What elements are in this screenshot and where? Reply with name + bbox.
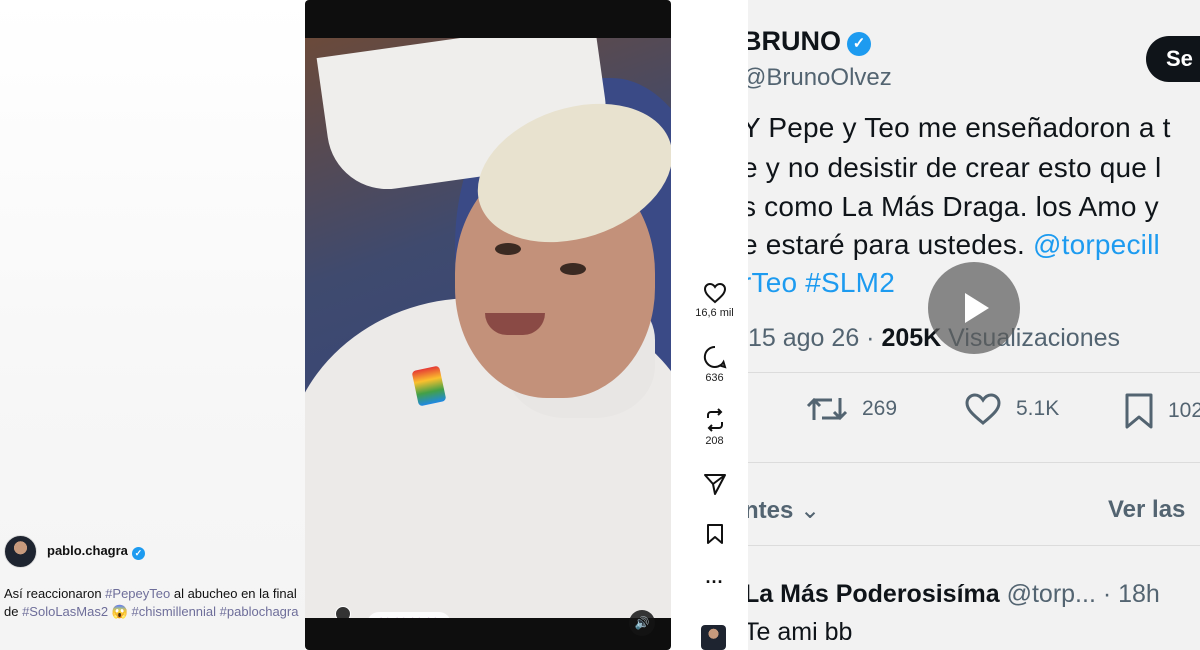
reply-text: Te ami bb xyxy=(748,618,853,646)
follow-button: Se xyxy=(1146,36,1200,82)
verified-badge-icon: ✓ xyxy=(131,547,145,560)
tweet-handle: @BrunoOlvez xyxy=(748,64,892,91)
repost-icon xyxy=(706,408,723,432)
video-frame: 💜💜💜💜 xyxy=(305,38,671,618)
comment-count: 636 xyxy=(705,372,724,384)
bookmark-stat: 102 xyxy=(1124,392,1200,430)
author-avatar[interactable] xyxy=(4,535,37,568)
tweet-text: e estaré para ustedes. xyxy=(748,229,1033,260)
scream-emoji: 😱 xyxy=(108,603,132,619)
post-author[interactable]: pablo.chagra ✓ xyxy=(4,535,145,568)
like-button[interactable]: 16,6 mil xyxy=(681,282,748,319)
volume-icon[interactable]: 🔊 xyxy=(629,610,655,636)
eye-shape xyxy=(495,243,521,255)
send-icon xyxy=(703,474,726,495)
retweet-icon xyxy=(806,397,848,421)
bookmark-icon xyxy=(1125,393,1153,429)
share-button[interactable] xyxy=(681,472,748,496)
caption-panel: pablo.chagra ✓ Así reaccionaron #PepeyTeo… xyxy=(0,0,305,650)
play-icon[interactable] xyxy=(928,262,1020,354)
author-name[interactable]: pablo.chagra ✓ xyxy=(47,543,145,560)
more-options-icon[interactable]: ··· xyxy=(681,572,748,593)
audio-avatar[interactable] xyxy=(701,625,726,650)
tweet-author: BRUNO ✓ xyxy=(748,26,871,57)
reaction-avatar xyxy=(335,606,351,618)
chevron-down-icon: ⌄ xyxy=(800,497,821,524)
caption-text: Así reaccionaron xyxy=(4,586,106,601)
eye-shape xyxy=(560,263,586,275)
heart-icon xyxy=(965,393,1001,425)
divider xyxy=(748,372,1200,373)
post-caption: Así reaccionaron #PepeyTeo al abucheo en… xyxy=(4,585,299,620)
author-username[interactable]: pablo.chagra xyxy=(47,543,128,558)
like-count: 16,6 mil xyxy=(695,307,734,319)
bookmark-icon xyxy=(706,524,723,544)
sort-replies: ntes ⌄ xyxy=(748,496,820,525)
divider xyxy=(748,545,1200,546)
tweet-date: 15 ago 26 · xyxy=(748,324,882,352)
tweet-mention: @torpecill xyxy=(1033,229,1160,260)
retweet-stat: 269 xyxy=(806,392,897,426)
reply-author: La Más Poderosisíma xyxy=(748,580,1000,608)
live-reactions: 💜💜💜💜 xyxy=(321,606,451,618)
tweet-text-line: e estaré para ustedes. @torpecill xyxy=(748,229,1160,261)
comment-icon xyxy=(703,345,726,369)
tweet-hashtags: rTeo #SLM2 xyxy=(748,267,895,298)
reply-header: La Más Poderosisíma @torp... · 18h xyxy=(748,580,1160,609)
action-rail: 16,6 mil 636 208 ··· xyxy=(681,0,748,650)
heart-icon xyxy=(703,282,726,304)
view-quotes-link: Ver las xyxy=(1108,496,1186,523)
video-player[interactable]: 💜💜💜💜 🔊 xyxy=(305,0,671,650)
repost-button[interactable]: 208 xyxy=(681,408,748,447)
tweet-text-line: s como La Más Draga. los Amo y xyxy=(748,191,1159,222)
hashtag-link[interactable]: #chismillennial xyxy=(132,604,217,619)
reply-meta: @torp... · 18h xyxy=(999,580,1160,608)
sort-label: ntes xyxy=(748,497,794,524)
tweet-text-line: e y no desistir de crear esto que l xyxy=(748,152,1162,183)
hashtag-link[interactable]: #SoloLasMas2 xyxy=(22,604,108,619)
tweet-card: BRUNO ✓ @BrunoOlvez Se Y Pepe y Teo me en… xyxy=(748,0,1200,650)
purple-hearts: 💜💜💜💜 xyxy=(367,612,451,618)
like-stat: 5.1K xyxy=(964,392,1059,426)
like-count: 5.1K xyxy=(1016,397,1060,420)
screen: pablo.chagra ✓ Así reaccionaron #PepeyTeo… xyxy=(0,0,1200,650)
hashtag-link[interactable]: #pablochagra xyxy=(220,604,299,619)
save-button[interactable] xyxy=(681,523,748,545)
tweet-author-name: BRUNO xyxy=(748,26,841,56)
comment-button[interactable]: 636 xyxy=(681,345,748,384)
repost-count: 208 xyxy=(705,435,724,447)
reaction-avatars xyxy=(321,606,361,618)
verified-badge-icon: ✓ xyxy=(847,32,871,56)
bookmark-count: 102 xyxy=(1168,399,1200,422)
divider xyxy=(748,462,1200,463)
retweet-count: 269 xyxy=(862,397,898,420)
hashtag-link[interactable]: #PepeyTeo xyxy=(105,586,170,601)
tweet-text-line: Y Pepe y Teo me enseñadoron a t xyxy=(748,112,1171,143)
